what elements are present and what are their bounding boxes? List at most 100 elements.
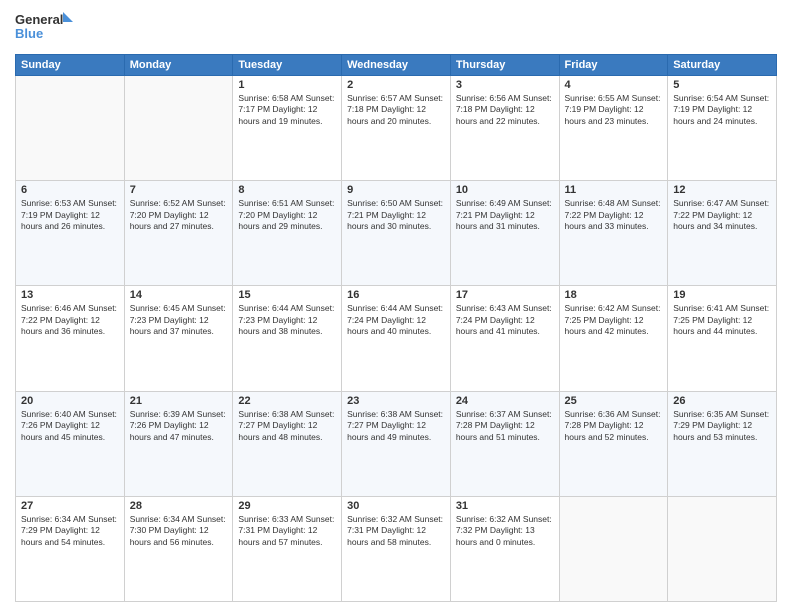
day-number: 10 [456,184,554,196]
day-info: Sunrise: 6:55 AM Sunset: 7:19 PM Dayligh… [565,93,663,127]
calendar-table: SundayMondayTuesdayWednesdayThursdayFrid… [15,54,777,602]
calendar-cell: 26 Sunrise: 6:35 AM Sunset: 7:29 PM Dayli… [668,391,777,496]
day-number: 3 [456,79,554,91]
calendar-cell: 5 Sunrise: 6:54 AM Sunset: 7:19 PM Daylig… [668,76,777,181]
weekday-header-thursday: Thursday [450,55,559,76]
day-info: Sunrise: 6:39 AM Sunset: 7:26 PM Dayligh… [130,409,228,443]
day-number: 12 [673,184,771,196]
day-info: Sunrise: 6:54 AM Sunset: 7:19 PM Dayligh… [673,93,771,127]
calendar-cell: 31 Sunrise: 6:32 AM Sunset: 7:32 PM Dayli… [450,496,559,601]
calendar-week-4: 20 Sunrise: 6:40 AM Sunset: 7:26 PM Dayli… [16,391,777,496]
day-number: 6 [21,184,119,196]
calendar-cell: 2 Sunrise: 6:57 AM Sunset: 7:18 PM Daylig… [342,76,451,181]
day-number: 4 [565,79,663,91]
calendar-cell: 22 Sunrise: 6:38 AM Sunset: 7:27 PM Dayli… [233,391,342,496]
calendar-cell: 21 Sunrise: 6:39 AM Sunset: 7:26 PM Dayli… [124,391,233,496]
weekday-header-tuesday: Tuesday [233,55,342,76]
day-number: 17 [456,289,554,301]
day-info: Sunrise: 6:47 AM Sunset: 7:22 PM Dayligh… [673,198,771,232]
logo-icon: GeneralBlue [15,10,75,46]
day-number: 8 [238,184,336,196]
day-number: 22 [238,395,336,407]
day-info: Sunrise: 6:36 AM Sunset: 7:28 PM Dayligh… [565,409,663,443]
day-info: Sunrise: 6:42 AM Sunset: 7:25 PM Dayligh… [565,303,663,337]
day-info: Sunrise: 6:32 AM Sunset: 7:32 PM Dayligh… [456,514,554,548]
header: GeneralBlue [15,10,777,46]
day-number: 16 [347,289,445,301]
day-info: Sunrise: 6:33 AM Sunset: 7:31 PM Dayligh… [238,514,336,548]
day-number: 21 [130,395,228,407]
calendar-cell: 24 Sunrise: 6:37 AM Sunset: 7:28 PM Dayli… [450,391,559,496]
calendar-cell: 14 Sunrise: 6:45 AM Sunset: 7:23 PM Dayli… [124,286,233,391]
day-info: Sunrise: 6:57 AM Sunset: 7:18 PM Dayligh… [347,93,445,127]
calendar-cell: 9 Sunrise: 6:50 AM Sunset: 7:21 PM Daylig… [342,181,451,286]
day-info: Sunrise: 6:34 AM Sunset: 7:30 PM Dayligh… [130,514,228,548]
day-number: 18 [565,289,663,301]
day-info: Sunrise: 6:44 AM Sunset: 7:24 PM Dayligh… [347,303,445,337]
day-number: 31 [456,500,554,512]
calendar-cell: 28 Sunrise: 6:34 AM Sunset: 7:30 PM Dayli… [124,496,233,601]
day-number: 29 [238,500,336,512]
calendar-cell: 4 Sunrise: 6:55 AM Sunset: 7:19 PM Daylig… [559,76,668,181]
day-number: 26 [673,395,771,407]
calendar-cell: 7 Sunrise: 6:52 AM Sunset: 7:20 PM Daylig… [124,181,233,286]
day-number: 20 [21,395,119,407]
svg-text:Blue: Blue [15,26,43,41]
day-info: Sunrise: 6:40 AM Sunset: 7:26 PM Dayligh… [21,409,119,443]
day-number: 1 [238,79,336,91]
day-info: Sunrise: 6:41 AM Sunset: 7:25 PM Dayligh… [673,303,771,337]
day-number: 14 [130,289,228,301]
day-info: Sunrise: 6:46 AM Sunset: 7:22 PM Dayligh… [21,303,119,337]
day-info: Sunrise: 6:48 AM Sunset: 7:22 PM Dayligh… [565,198,663,232]
svg-text:General: General [15,12,63,27]
calendar-cell: 8 Sunrise: 6:51 AM Sunset: 7:20 PM Daylig… [233,181,342,286]
day-info: Sunrise: 6:35 AM Sunset: 7:29 PM Dayligh… [673,409,771,443]
day-number: 15 [238,289,336,301]
calendar-cell [124,76,233,181]
day-number: 13 [21,289,119,301]
calendar-cell: 3 Sunrise: 6:56 AM Sunset: 7:18 PM Daylig… [450,76,559,181]
logo: GeneralBlue [15,10,75,46]
day-number: 24 [456,395,554,407]
page: GeneralBlue SundayMondayTuesdayWednesday… [0,0,792,612]
day-number: 2 [347,79,445,91]
calendar-week-1: 1Sunrise: 6:58 AM Sunset: 7:17 PM Daylig… [16,76,777,181]
day-info: Sunrise: 6:32 AM Sunset: 7:31 PM Dayligh… [347,514,445,548]
day-number: 19 [673,289,771,301]
day-info: Sunrise: 6:38 AM Sunset: 7:27 PM Dayligh… [238,409,336,443]
day-info: Sunrise: 6:37 AM Sunset: 7:28 PM Dayligh… [456,409,554,443]
calendar-cell [16,76,125,181]
day-info: Sunrise: 6:56 AM Sunset: 7:18 PM Dayligh… [456,93,554,127]
day-info: Sunrise: 6:51 AM Sunset: 7:20 PM Dayligh… [238,198,336,232]
calendar-cell: 30 Sunrise: 6:32 AM Sunset: 7:31 PM Dayli… [342,496,451,601]
day-number: 23 [347,395,445,407]
day-number: 5 [673,79,771,91]
calendar-cell: 19 Sunrise: 6:41 AM Sunset: 7:25 PM Dayli… [668,286,777,391]
calendar-cell [668,496,777,601]
weekday-header-wednesday: Wednesday [342,55,451,76]
calendar-cell: 27Sunrise: 6:34 AM Sunset: 7:29 PM Dayli… [16,496,125,601]
calendar-cell: 10Sunrise: 6:49 AM Sunset: 7:21 PM Dayli… [450,181,559,286]
day-number: 25 [565,395,663,407]
calendar-cell: 13 Sunrise: 6:46 AM Sunset: 7:22 PM Dayli… [16,286,125,391]
calendar-cell: 15 Sunrise: 6:44 AM Sunset: 7:23 PM Dayli… [233,286,342,391]
calendar-cell: 23 Sunrise: 6:38 AM Sunset: 7:27 PM Dayli… [342,391,451,496]
day-info: Sunrise: 6:45 AM Sunset: 7:23 PM Dayligh… [130,303,228,337]
calendar-week-2: 6 Sunrise: 6:53 AM Sunset: 7:19 PM Daylig… [16,181,777,286]
calendar-cell: 17Sunrise: 6:43 AM Sunset: 7:24 PM Dayli… [450,286,559,391]
day-info: Sunrise: 6:44 AM Sunset: 7:23 PM Dayligh… [238,303,336,337]
calendar-week-5: 27Sunrise: 6:34 AM Sunset: 7:29 PM Dayli… [16,496,777,601]
day-info: Sunrise: 6:52 AM Sunset: 7:20 PM Dayligh… [130,198,228,232]
calendar-cell: 6 Sunrise: 6:53 AM Sunset: 7:19 PM Daylig… [16,181,125,286]
day-number: 28 [130,500,228,512]
calendar-cell: 16 Sunrise: 6:44 AM Sunset: 7:24 PM Dayli… [342,286,451,391]
calendar-cell: 11Sunrise: 6:48 AM Sunset: 7:22 PM Dayli… [559,181,668,286]
day-number: 7 [130,184,228,196]
calendar-cell: 20 Sunrise: 6:40 AM Sunset: 7:26 PM Dayli… [16,391,125,496]
day-info: Sunrise: 6:50 AM Sunset: 7:21 PM Dayligh… [347,198,445,232]
weekday-header-sunday: Sunday [16,55,125,76]
day-number: 30 [347,500,445,512]
day-info: Sunrise: 6:53 AM Sunset: 7:19 PM Dayligh… [21,198,119,232]
day-info: Sunrise: 6:38 AM Sunset: 7:27 PM Dayligh… [347,409,445,443]
day-number: 9 [347,184,445,196]
